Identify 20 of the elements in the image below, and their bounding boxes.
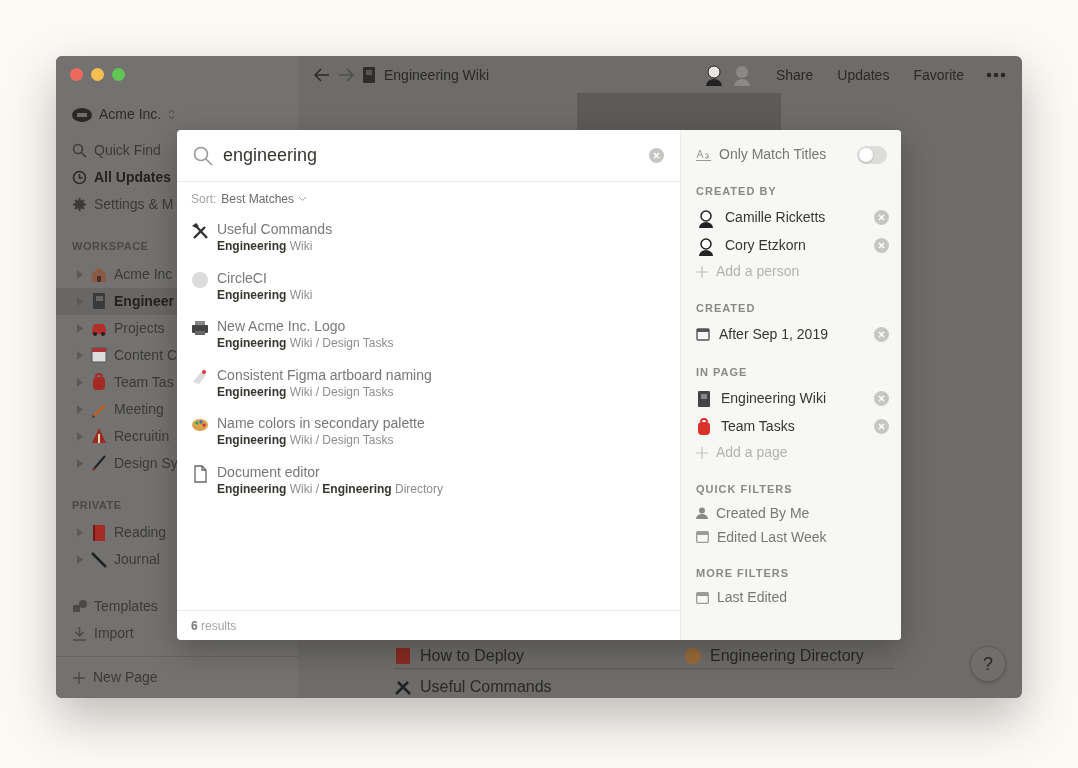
filter-heading: IN PAGE (696, 365, 749, 380)
result-path: Engineering Wiki / Design Tasks (217, 383, 395, 400)
filter-heading: QUICK FILTERS (696, 481, 794, 497)
result-path: Engineering Wiki / Engineering Directory (217, 480, 444, 497)
filter-value: Cory Etzkorn (725, 236, 807, 255)
filter-value: After Sep 1, 2019 (719, 324, 829, 344)
sort-label: Sort: (191, 191, 217, 208)
filter-value: Camille Ricketts (725, 208, 827, 227)
page-title: Engineering Wiki (384, 65, 490, 85)
result-path: Engineering Wiki (217, 286, 313, 303)
result-path: Engineering Wiki / Design Tasks (217, 335, 394, 351)
filter-heading: MORE FILTERS (696, 566, 791, 581)
filter-heading: CREATED BY (696, 184, 778, 199)
filter-heading: CREATED (696, 300, 757, 316)
result-count: 6 results (191, 617, 237, 635)
filter-value: Team Tasks (721, 417, 796, 436)
filter-value: Engineering Wiki (721, 389, 828, 408)
toggle-label: Only Match Titles (719, 145, 828, 164)
result-path: Engineering Wiki (217, 238, 314, 254)
result-path: Engineering Wiki / Design Tasks (217, 432, 395, 448)
